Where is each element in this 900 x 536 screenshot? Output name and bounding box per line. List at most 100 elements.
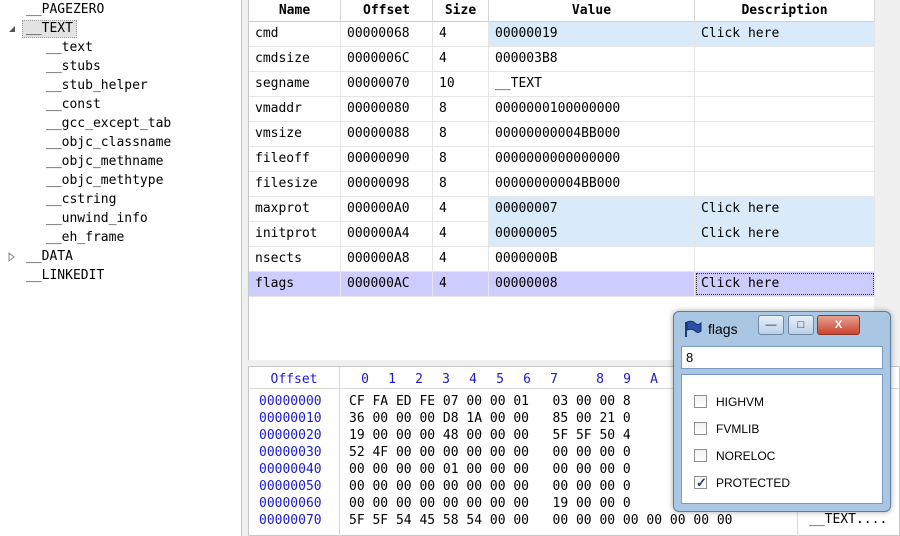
column-header-offset[interactable]: Offset <box>341 0 433 22</box>
hex-row-offset: 00000050 <box>259 479 322 494</box>
hex-row-bytes[interactable]: 19 00 00 00 48 00 00 00 5F 5F 50 4 <box>349 427 631 444</box>
table-row[interactable]: segname 00000070 10 __TEXT <box>249 72 875 97</box>
cell-offset: 00000080 <box>341 97 433 121</box>
tree-item[interactable]: __eh_frame <box>42 229 128 247</box>
tree-item[interactable]: __TEXT <box>9 20 77 38</box>
cell-name: fileoff <box>249 147 341 171</box>
tree-item[interactable]: __LINKEDIT <box>22 267 108 285</box>
cell-offset: 00000090 <box>341 147 433 171</box>
cell-name: initprot <box>249 222 341 246</box>
cell-offset: 00000088 <box>341 122 433 146</box>
hex-row-bytes[interactable]: 00 00 00 00 01 00 00 00 00 00 00 0 <box>349 461 631 478</box>
hex-offset-header: Offset <box>270 372 318 387</box>
hex-column-header: 4 <box>469 372 477 387</box>
hex-column-header: 7 <box>550 372 558 387</box>
hex-row-bytes[interactable]: 00 00 00 00 00 00 00 00 00 00 00 0 <box>349 478 631 495</box>
tree-item-label: __objc_methname <box>46 154 164 169</box>
tree-item[interactable]: __objc_methtype <box>42 172 167 190</box>
tree-item[interactable]: __stubs <box>42 58 105 76</box>
hex-column-header: 5 <box>496 372 504 387</box>
column-header-value[interactable]: Value <box>489 0 695 22</box>
table-row[interactable]: vmaddr 00000080 8 0000000100000000 <box>249 97 875 122</box>
close-button[interactable]: X <box>817 315 860 335</box>
tree-item[interactable]: __objc_methname <box>42 153 167 171</box>
hex-row-offset: 00000070 <box>259 513 322 528</box>
tree-item[interactable]: __unwind_info <box>42 210 152 228</box>
hex-ascii-text: __TEXT.... <box>809 512 888 527</box>
cell-size: 4 <box>433 272 489 296</box>
cell-description[interactable]: Click here <box>695 272 875 296</box>
table-row[interactable]: cmdsize 0000006C 4 000003B8 <box>249 47 875 72</box>
hex-column-header: 8 <box>596 372 604 387</box>
tree-item[interactable]: __DATA <box>8 248 77 266</box>
tree-item-label: __cstring <box>46 192 117 207</box>
popup-title: flags <box>708 321 738 337</box>
flag-checkbox[interactable] <box>694 449 707 462</box>
cell-name: cmd <box>249 22 341 46</box>
cell-value: 00000000004BB000 <box>489 172 695 196</box>
cell-offset: 000000A8 <box>341 247 433 271</box>
hex-column-header: A <box>650 372 658 387</box>
table-row[interactable]: vmsize 00000088 8 00000000004BB000 <box>249 122 875 147</box>
minimize-button[interactable]: — <box>758 315 784 335</box>
hex-row-bytes[interactable]: 5F 5F 54 45 58 54 00 00 00 00 00 00 00 0… <box>349 512 733 529</box>
table-row[interactable]: nsects 000000A8 4 0000000B <box>249 247 875 272</box>
column-header-name[interactable]: Name <box>249 0 341 22</box>
flag-checkbox[interactable] <box>694 422 707 435</box>
tree-item[interactable]: __cstring <box>42 191 120 209</box>
cell-size: 4 <box>433 47 489 71</box>
tree-item[interactable]: __PAGEZERO <box>22 1 108 19</box>
cell-name: filesize <box>249 172 341 196</box>
cell-name: nsects <box>249 247 341 271</box>
cell-value: 00000005 <box>489 222 695 246</box>
section-tree: __PAGEZERO __TEXT __text __stubs __stub_help… <box>0 0 242 536</box>
cell-value: 000003B8 <box>489 47 695 71</box>
cell-offset: 000000A0 <box>341 197 433 221</box>
cell-value: 0000000100000000 <box>489 97 695 121</box>
hex-row-offset: 00000000 <box>259 394 322 409</box>
cell-name: vmaddr <box>249 97 341 121</box>
flags-checkbox-list: HIGHVM FVMLIB NORELOC PROTECTED <box>681 374 883 504</box>
flag-option-label: PROTECTED <box>716 476 791 490</box>
column-header-description[interactable]: Description <box>695 0 875 22</box>
table-row[interactable]: fileoff 00000090 8 0000000000000000 <box>249 147 875 172</box>
cell-offset: 00000070 <box>341 72 433 96</box>
hex-column-header: 9 <box>623 372 631 387</box>
table-row[interactable]: initprot 000000A4 4 00000005 Click here <box>249 222 875 247</box>
cell-size: 8 <box>433 147 489 171</box>
cell-size: 8 <box>433 122 489 146</box>
cell-offset: 0000006C <box>341 47 433 71</box>
hex-row-offset: 00000040 <box>259 462 322 477</box>
collapsed-arrow-icon[interactable] <box>8 252 16 262</box>
cell-description[interactable]: Click here <box>695 22 875 46</box>
hex-row-bytes[interactable]: 36 00 00 00 D8 1A 00 00 85 00 21 0 <box>349 410 631 427</box>
cell-description <box>695 247 875 271</box>
column-header-size[interactable]: Size <box>433 0 489 22</box>
flags-value-input[interactable]: 8 <box>681 346 883 369</box>
tree-item[interactable]: __const <box>42 96 105 114</box>
cell-description[interactable]: Click here <box>695 197 875 221</box>
cell-value: 00000007 <box>489 197 695 221</box>
maximize-button[interactable]: □ <box>788 315 814 335</box>
hex-column-header: 0 <box>361 372 369 387</box>
cell-name: cmdsize <box>249 47 341 71</box>
tree-item-label: __gcc_except_tab <box>46 116 172 131</box>
hex-row-bytes[interactable]: CF FA ED FE 07 00 00 01 03 00 00 8 <box>349 393 631 410</box>
tree-item[interactable]: __gcc_except_tab <box>42 115 175 133</box>
hex-row-bytes[interactable]: 00 00 00 00 00 00 00 00 19 00 00 0 <box>349 495 631 512</box>
cell-value: __TEXT <box>489 72 695 96</box>
flag-checkbox[interactable] <box>694 474 707 492</box>
tree-item-label: __stubs <box>46 59 101 74</box>
table-row[interactable]: filesize 00000098 8 00000000004BB000 <box>249 172 875 197</box>
tree-item[interactable]: __stub_helper <box>42 77 152 95</box>
cell-description[interactable]: Click here <box>695 222 875 246</box>
table-row[interactable]: cmd 00000068 4 00000019 Click here <box>249 22 875 47</box>
table-row[interactable]: flags 000000AC 4 00000008 Click here <box>249 272 875 297</box>
table-row[interactable]: maxprot 000000A0 4 00000007 Click here <box>249 197 875 222</box>
hex-row-bytes[interactable]: 52 4F 00 00 00 00 00 00 00 00 00 0 <box>349 444 631 461</box>
expanded-arrow-icon[interactable] <box>8 25 16 33</box>
tree-item[interactable]: __text <box>42 39 97 57</box>
flag-checkbox[interactable] <box>694 395 707 408</box>
hex-column-header: 3 <box>442 372 450 387</box>
tree-item[interactable]: __objc_classname <box>42 134 175 152</box>
